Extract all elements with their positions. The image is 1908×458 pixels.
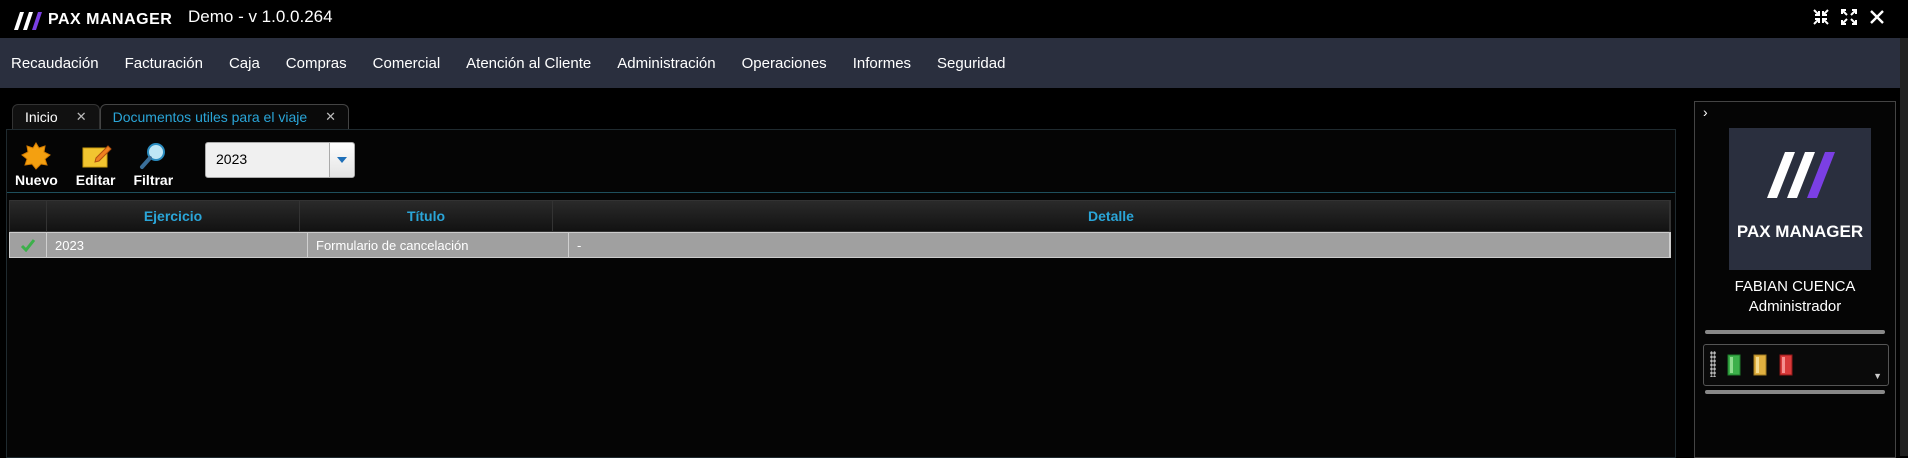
dropdown-arrow-icon[interactable]: ▼ bbox=[1873, 371, 1882, 381]
status-toolbar[interactable]: ▼ bbox=[1703, 344, 1889, 386]
window-scrollbar[interactable] bbox=[1900, 38, 1908, 456]
logo-text: PAX MANAGER bbox=[48, 11, 173, 28]
app-title: Demo - v 1.0.0.264 bbox=[188, 7, 333, 26]
edit-icon bbox=[82, 145, 112, 168]
year-select-value: 2023 bbox=[216, 151, 248, 167]
yellow-binder-icon[interactable] bbox=[1752, 353, 1768, 377]
tab-label: Documentos utiles para el viaje bbox=[112, 109, 308, 125]
user-name: FABIAN CUENCA bbox=[1734, 278, 1856, 295]
avatar-logo-text: PAX MANAGER bbox=[1736, 222, 1864, 241]
menu-item-comercial[interactable]: Comercial bbox=[360, 55, 454, 72]
avatar: PAX MANAGER bbox=[1729, 128, 1871, 270]
table-row[interactable]: 2023 Formulario de cancelación - bbox=[9, 232, 1671, 258]
close-icon[interactable] bbox=[1868, 8, 1886, 31]
menu-item-facturacion[interactable]: Facturación bbox=[112, 55, 216, 72]
grid-header: Ejercicio Título Detalle bbox=[9, 200, 1671, 232]
menu-item-atencion-cliente[interactable]: Atención al Cliente bbox=[453, 55, 604, 72]
title-bar: PAX MANAGER Demo - v 1.0.0.264 bbox=[0, 0, 1908, 38]
toolbar-divider bbox=[7, 192, 1675, 193]
grid-header-ejercicio[interactable]: Ejercicio bbox=[47, 201, 300, 231]
logo-icon bbox=[14, 12, 42, 30]
toolbar: Nuevo Editar Filtrar bbox=[15, 138, 173, 188]
tab-close-icon[interactable]: ✕ bbox=[76, 109, 87, 125]
green-binder-icon[interactable] bbox=[1726, 353, 1742, 377]
year-select-dropdown-button[interactable] bbox=[329, 143, 354, 177]
menu-item-operaciones[interactable]: Operaciones bbox=[729, 55, 840, 72]
row-check-icon bbox=[10, 233, 47, 257]
user-panel: › PAX MANAGER FABIAN CUENCA Administrado… bbox=[1694, 101, 1896, 458]
red-binder-icon[interactable] bbox=[1778, 353, 1794, 377]
pax-logo-icon bbox=[1767, 152, 1835, 198]
menu-item-seguridad[interactable]: Seguridad bbox=[924, 55, 1018, 72]
window-controls bbox=[1812, 8, 1886, 31]
collapse-icon[interactable] bbox=[1812, 8, 1830, 31]
divider bbox=[1705, 390, 1885, 394]
cell-ejercicio: 2023 bbox=[47, 233, 308, 257]
tab-close-icon[interactable]: ✕ bbox=[325, 109, 336, 125]
main-menu: Recaudación Facturación Caja Compras Com… bbox=[0, 38, 1908, 88]
new-button[interactable]: Nuevo bbox=[15, 142, 58, 188]
year-select[interactable]: 2023 bbox=[205, 142, 355, 178]
menu-item-informes[interactable]: Informes bbox=[840, 55, 924, 72]
tab-strip: Inicio ✕ Documentos utiles para el viaje… bbox=[12, 104, 350, 130]
cell-titulo: Formulario de cancelación bbox=[308, 233, 569, 257]
tab-documentos-utiles[interactable]: Documentos utiles para el viaje ✕ bbox=[99, 104, 350, 129]
documents-grid: Ejercicio Título Detalle 2023 Formulario… bbox=[9, 200, 1671, 258]
fullscreen-icon[interactable] bbox=[1840, 8, 1858, 31]
drag-grip-icon[interactable] bbox=[1710, 351, 1716, 377]
grid-header-select bbox=[10, 201, 47, 231]
magnifier-icon bbox=[140, 143, 166, 169]
edit-button[interactable]: Editar bbox=[76, 142, 115, 188]
app-logo: PAX MANAGER bbox=[14, 9, 172, 31]
chevron-right-icon[interactable]: › bbox=[1703, 104, 1708, 120]
user-role: Administrador bbox=[1748, 298, 1842, 315]
menu-item-caja[interactable]: Caja bbox=[216, 55, 273, 72]
menu-item-administracion[interactable]: Administración bbox=[604, 55, 728, 72]
grid-header-titulo[interactable]: Título bbox=[300, 201, 553, 231]
menu-item-compras[interactable]: Compras bbox=[273, 55, 360, 72]
tab-label: Inicio bbox=[25, 109, 58, 125]
chevron-down-icon bbox=[337, 157, 347, 163]
menu-item-recaudacion[interactable]: Recaudación bbox=[0, 55, 112, 72]
filter-button[interactable]: Filtrar bbox=[133, 142, 173, 188]
grid-header-detalle[interactable]: Detalle bbox=[553, 201, 1670, 231]
new-icon bbox=[21, 142, 52, 170]
cell-detalle: - bbox=[569, 233, 1670, 257]
documents-panel: Nuevo Editar Filtrar 2023 Ejercicio Títu… bbox=[6, 129, 1676, 458]
tab-inicio[interactable]: Inicio ✕ bbox=[12, 104, 100, 129]
divider bbox=[1705, 330, 1885, 334]
